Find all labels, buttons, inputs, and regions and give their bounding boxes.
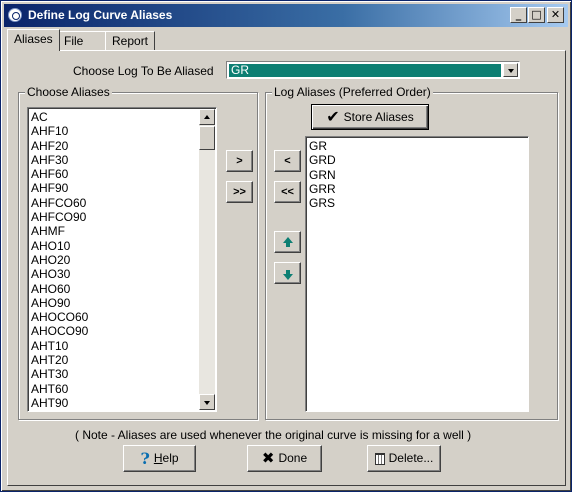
log-select-dropdown[interactable]: GR: [226, 61, 520, 79]
choose-aliases-items: AC AHF10 AHF20 AHF30 AHF60 AHF90 AHFCO60 AHFCO9…: [31, 110, 216, 410]
choose-alias-item[interactable]: AHF90: [31, 181, 216, 195]
x-icon: ✖: [261, 449, 275, 467]
log-aliases-items: GR GRD GRN GRR GRS: [309, 139, 528, 210]
delete-button[interactable]: Delete...: [367, 445, 441, 472]
remove-all-aliases-button[interactable]: <<: [274, 181, 301, 203]
scroll-up-icon: [204, 115, 210, 119]
maximize-button[interactable]: □: [528, 7, 545, 23]
dropdown-arrow-button[interactable]: [503, 63, 518, 77]
choose-alias-item[interactable]: AHO90: [31, 296, 216, 310]
help-icon: ?: [140, 448, 150, 468]
check-icon: ✔: [326, 108, 340, 126]
choose-alias-item[interactable]: AHFCO60: [31, 196, 216, 210]
chevron-down-icon: [508, 69, 514, 73]
choose-alias-item[interactable]: AHF60: [31, 167, 216, 181]
choose-alias-item[interactable]: AHOCO90: [31, 324, 216, 338]
choose-alias-item[interactable]: AHFCO90: [31, 210, 216, 224]
choose-alias-item[interactable]: AHT30: [31, 367, 216, 381]
log-alias-item[interactable]: GRS: [309, 196, 528, 210]
choose-alias-item[interactable]: AHT10: [31, 339, 216, 353]
choose-alias-item[interactable]: AHT90: [31, 396, 216, 410]
choose-aliases-title: Choose Aliases: [25, 85, 112, 99]
choose-aliases-scrollbar[interactable]: [199, 109, 215, 410]
app-icon: [8, 8, 22, 22]
choose-alias-item[interactable]: AC: [31, 110, 216, 124]
log-aliases-list[interactable]: GR GRD GRN GRR GRS: [305, 136, 529, 412]
choose-alias-item[interactable]: AHO60: [31, 282, 216, 296]
scroll-down-button[interactable]: [199, 394, 215, 410]
choose-alias-item[interactable]: AHF20: [31, 139, 216, 153]
delete-label: Delete...: [388, 451, 434, 465]
dialog-window: Define Log Curve Aliases _ □ ✕ Aliases F…: [0, 0, 572, 492]
choose-alias-item[interactable]: AHO30: [31, 267, 216, 281]
trash-icon: [374, 452, 385, 465]
move-up-button[interactable]: [274, 231, 301, 253]
scroll-up-button[interactable]: [199, 109, 215, 125]
tab-aliases[interactable]: Aliases: [7, 29, 60, 51]
log-select-value: GR: [229, 64, 501, 77]
help-label: elp: [162, 451, 179, 465]
choose-alias-item[interactable]: AHT60: [31, 382, 216, 396]
done-label: Done: [278, 451, 308, 465]
move-down-button[interactable]: [274, 262, 301, 284]
log-aliases-title: Log Aliases (Preferred Order): [272, 85, 433, 99]
help-button[interactable]: ? Help: [123, 445, 196, 472]
remove-alias-button[interactable]: <: [274, 150, 301, 172]
add-all-aliases-button[interactable]: >>: [226, 181, 253, 203]
arrow-down-icon: [283, 274, 293, 280]
store-aliases-button[interactable]: ✔ Store Aliases: [311, 104, 429, 130]
store-aliases-label: Store Aliases: [343, 110, 414, 124]
add-alias-button[interactable]: >: [226, 150, 253, 172]
choose-alias-item[interactable]: AHF10: [31, 124, 216, 138]
choose-alias-item[interactable]: AHO20: [31, 253, 216, 267]
choose-aliases-list[interactable]: AC AHF10 AHF20 AHF30 AHF60 AHF90 AHFCO60 AHFCO9…: [27, 107, 217, 412]
window-title: Define Log Curve Aliases: [28, 8, 173, 22]
scroll-down-icon: [204, 401, 210, 405]
choose-alias-item[interactable]: AHO10: [31, 239, 216, 253]
scroll-thumb[interactable]: [199, 126, 215, 150]
log-alias-item[interactable]: GRN: [309, 168, 528, 182]
title-bar[interactable]: Define Log Curve Aliases _ □ ✕: [4, 4, 568, 27]
log-alias-item[interactable]: GRD: [309, 153, 528, 167]
choose-alias-item[interactable]: AHOCO60: [31, 310, 216, 324]
minimize-button[interactable]: _: [510, 7, 527, 23]
choose-alias-item[interactable]: AHF30: [31, 153, 216, 167]
choose-alias-item[interactable]: AHT20: [31, 353, 216, 367]
tab-report[interactable]: Report: [105, 31, 156, 51]
close-button[interactable]: ✕: [547, 7, 564, 23]
choose-alias-item[interactable]: AHMF: [31, 224, 216, 238]
log-alias-item[interactable]: GRR: [309, 182, 528, 196]
tab-file[interactable]: File: [57, 31, 106, 51]
help-label-mnemonic: H: [153, 451, 163, 465]
note-text: ( Note - Aliases are used whenever the o…: [75, 428, 472, 442]
done-button[interactable]: ✖ Done: [247, 445, 322, 472]
log-select-label: Choose Log To Be Aliased: [73, 64, 214, 78]
log-alias-item[interactable]: GR: [309, 139, 528, 153]
